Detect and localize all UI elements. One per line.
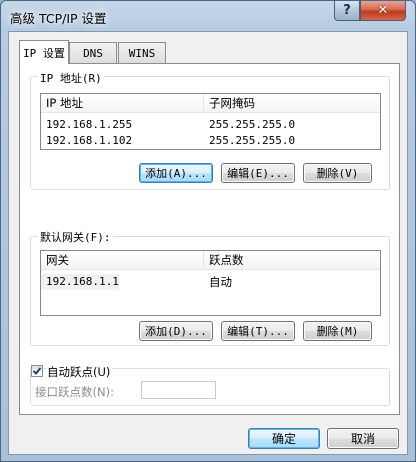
dialog-window: 高级 TCP/IP 设置 ? ✕ IP 设置 DNS WINS IP 地址(R)… [0, 0, 416, 462]
cancel-button[interactable]: 取消 [327, 428, 399, 449]
column-subnet-mask[interactable]: 子网掩码 [204, 94, 380, 113]
tab-label: DNS [83, 47, 103, 60]
list-header: 网关 跃点数 [41, 251, 380, 270]
ok-button[interactable]: 确定 [248, 428, 320, 449]
column-ip-address[interactable]: IP 地址 [41, 94, 204, 113]
table-row[interactable]: 192.168.1.102 255.255.255.0 [41, 133, 380, 149]
default-gateway-group-label: 默认网关(F): [38, 229, 113, 245]
interface-metric-input[interactable] [141, 381, 216, 399]
gateway-list[interactable]: 网关 跃点数 192.168.1.1 自动 [40, 250, 381, 316]
cell-metric: 自动 [209, 275, 232, 289]
table-row[interactable]: 192.168.1.255 255.255.255.0 [41, 117, 380, 133]
title-bar[interactable]: 高级 TCP/IP 设置 ? ✕ [1, 1, 415, 31]
close-icon: ✕ [377, 3, 389, 18]
ip-address-group-label: IP 地址(R) [38, 70, 104, 86]
column-metric[interactable]: 跃点数 [204, 251, 380, 270]
cell-subnet-mask: 255.255.255.0 [209, 134, 296, 147]
help-icon: ? [343, 3, 351, 18]
list-header: IP 地址 子网掩码 [41, 94, 380, 113]
automatic-metric-checkbox[interactable] [31, 365, 43, 377]
tab-label: IP 设置 [23, 46, 65, 60]
cell-subnet-mask: 255.255.255.0 [209, 118, 296, 131]
tab-panel-ip-settings: IP 地址(R) IP 地址 子网掩码 192.168.1.255 255.25… [19, 63, 400, 415]
dialog-client-area: IP 设置 DNS WINS IP 地址(R) IP 地址 子网掩码 192.1… [8, 31, 408, 455]
column-gateway[interactable]: 网关 [41, 251, 204, 270]
cell-gateway: 192.168.1.1 [41, 274, 119, 290]
tab-label: WINS [128, 47, 156, 60]
tab-dns[interactable]: DNS [69, 42, 117, 64]
interface-metric-label: 接口跃点数(N): [35, 385, 114, 399]
add-ip-button[interactable]: 添加(A)... [139, 163, 213, 183]
remove-ip-button[interactable]: 删除(V) [303, 163, 372, 183]
tab-ip-settings[interactable]: IP 设置 [19, 40, 69, 64]
window-title: 高级 TCP/IP 设置 [10, 11, 107, 26]
add-gateway-button[interactable]: 添加(D)... [139, 321, 213, 341]
check-icon [32, 367, 42, 375]
table-row[interactable]: 192.168.1.1 自动 [41, 274, 380, 290]
help-button[interactable]: ? [334, 1, 360, 21]
interface-metric-value [142, 383, 145, 396]
automatic-metric-label[interactable]: 自动跃点(U) [47, 364, 113, 380]
edit-gateway-button[interactable]: 编辑(T)... [221, 321, 295, 341]
edit-ip-button[interactable]: 编辑(E)... [221, 163, 295, 183]
ip-address-list[interactable]: IP 地址 子网掩码 192.168.1.255 255.255.255.0 1… [40, 93, 381, 150]
cell-ip-address: 192.168.1.255 [46, 118, 133, 131]
cell-ip-address: 192.168.1.102 [46, 134, 133, 147]
tab-wins[interactable]: WINS [118, 42, 166, 64]
close-button[interactable]: ✕ [360, 1, 406, 21]
remove-gateway-button[interactable]: 删除(M) [303, 321, 372, 341]
